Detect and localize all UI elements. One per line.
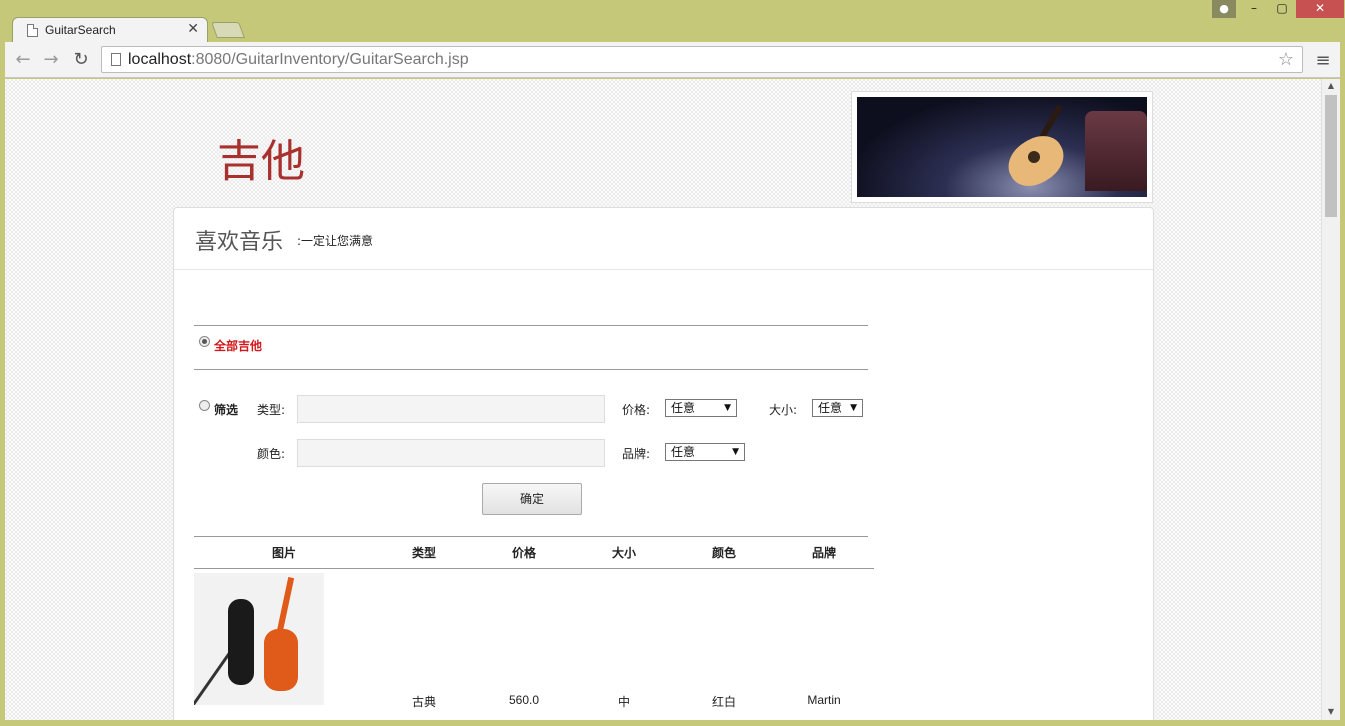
url-path: :8080/GuitarInventory/GuitarSearch.jsp (191, 51, 469, 68)
bookmark-star-icon[interactable]: ☆ (1278, 49, 1294, 70)
cell-type: 古典 (411, 695, 436, 709)
address-bar[interactable]: localhost:8080/GuitarInventory/GuitarSea… (101, 46, 1303, 73)
color-input[interactable] (297, 439, 605, 467)
page-viewport: 吉他 喜欢音乐 :一定让您满意 全部吉他 筛选 类型: 价格: 任意 ▼ 大小: … (5, 79, 1340, 720)
panel-header: 喜欢音乐 :一定让您满意 (174, 208, 1153, 270)
banner-image (851, 91, 1153, 203)
table-header-border (194, 568, 874, 569)
all-guitars-label: 全部吉他 (214, 339, 263, 353)
cell-size: 中 (617, 695, 630, 709)
size-select[interactable]: 任意 ▼ (812, 399, 863, 417)
brand-label: 品牌: (622, 447, 651, 461)
all-guitars-radio[interactable] (199, 336, 210, 347)
vertical-scrollbar[interactable]: ▲ ▼ (1321, 79, 1340, 720)
panel-title: 喜欢音乐 (195, 230, 284, 255)
panel-subtitle: :一定让您满意 (297, 234, 374, 248)
menu-icon[interactable]: ≡ (1313, 50, 1333, 71)
browser-toolbar: ← → ↻ localhost:8080/GuitarInventory/Gui… (5, 42, 1340, 78)
close-window-button[interactable]: ✕ (1296, 0, 1344, 18)
cell-price: 560.0 (508, 693, 540, 707)
maximize-button[interactable]: ▢ (1268, 0, 1296, 18)
dropdown-arrow-icon: ▼ (850, 403, 857, 413)
url-host: localhost (128, 51, 192, 68)
dropdown-arrow-icon: ▼ (724, 403, 731, 413)
column-header-price: 价格 (511, 546, 536, 560)
scroll-up-arrow-icon[interactable]: ▲ (1322, 81, 1340, 90)
scroll-down-arrow-icon[interactable]: ▼ (1322, 707, 1340, 716)
content-panel: 喜欢音乐 :一定让您满意 全部吉他 筛选 类型: 价格: 任意 ▼ 大小: 任意 ▼… (173, 207, 1154, 720)
url-text: localhost:8080/GuitarInventory/GuitarSea… (128, 51, 469, 69)
column-header-image: 图片 (271, 546, 296, 560)
close-tab-icon[interactable]: ✕ (187, 21, 199, 37)
reload-icon[interactable]: ↻ (69, 48, 93, 72)
tab-title: GuitarSearch (45, 23, 116, 37)
filter-radio[interactable] (199, 400, 210, 411)
divider (194, 369, 868, 370)
cell-color: 红白 (711, 695, 736, 709)
forward-arrow-icon[interactable]: → (39, 48, 63, 72)
size-select-value: 任意 (818, 401, 843, 415)
column-header-size: 大小 (611, 546, 636, 560)
page-icon (111, 53, 121, 66)
guitar-thumbnail (194, 573, 324, 705)
column-header-type: 类型 (411, 546, 436, 560)
type-input[interactable] (297, 395, 605, 423)
submit-button[interactable]: 确定 (482, 483, 582, 515)
table-top-border (194, 536, 868, 537)
window-titlebar: GuitarSearch ✕ ● – ▢ ✕ (0, 0, 1345, 44)
cell-brand: Martin (807, 693, 841, 707)
new-tab-button[interactable] (211, 22, 245, 38)
size-label: 大小: (769, 403, 798, 417)
column-header-color: 颜色 (711, 546, 736, 560)
divider (194, 325, 868, 326)
filter-label: 筛选 (214, 403, 239, 417)
user-icon[interactable]: ● (1212, 0, 1236, 18)
dropdown-arrow-icon: ▼ (732, 447, 739, 457)
minimize-button[interactable]: – (1240, 0, 1268, 18)
price-select[interactable]: 任意 ▼ (665, 399, 737, 417)
price-label: 价格: (622, 403, 651, 417)
back-arrow-icon[interactable]: ← (11, 48, 35, 72)
brand-select[interactable]: 任意 ▼ (665, 443, 745, 461)
type-label: 类型: (257, 403, 286, 417)
price-select-value: 任意 (671, 401, 696, 415)
scrollbar-thumb[interactable] (1325, 95, 1337, 217)
site-logo: 吉他 (217, 136, 305, 187)
page-icon (27, 24, 38, 37)
color-label: 颜色: (257, 447, 286, 461)
column-header-brand: 品牌 (811, 546, 836, 560)
browser-tab[interactable]: GuitarSearch ✕ (12, 17, 208, 44)
brand-select-value: 任意 (671, 445, 696, 459)
